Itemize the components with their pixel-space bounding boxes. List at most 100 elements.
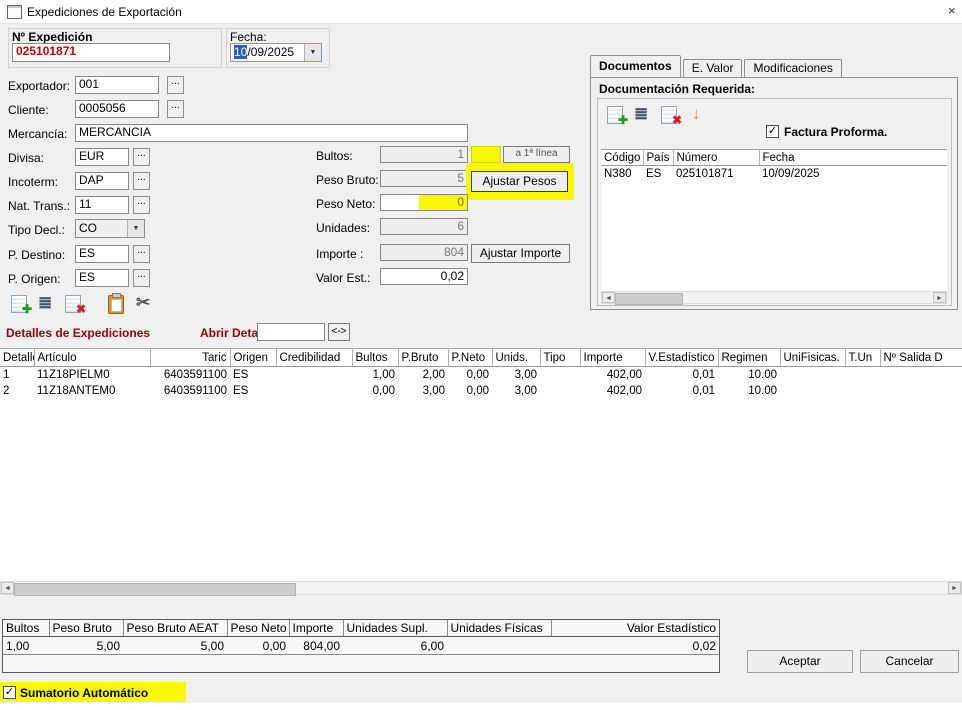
cliente-field[interactable]: 0005056 [75, 100, 159, 118]
peso-bruto-field: 5 [380, 170, 468, 187]
tab-documentos[interactable]: Documentos [590, 55, 681, 77]
close-icon[interactable]: × [948, 3, 962, 19]
det-col-taric: Taric [150, 349, 230, 367]
detalles-hscrollbar[interactable]: ◄ ► [0, 581, 962, 595]
sum-val-valor-estadistico: 0,02 [551, 637, 719, 655]
doc-scroll-thumb[interactable] [615, 293, 683, 305]
p-origen-field[interactable]: ES [75, 269, 129, 287]
swap-detalle-button[interactable]: <-> [328, 323, 350, 341]
p-origen-label: P. Origen: [8, 272, 60, 286]
incoterm-browse-button[interactable]: ... [133, 172, 150, 190]
detalle-add-icon[interactable]: ✚ [8, 292, 32, 316]
bultos-highlight-field[interactable] [471, 146, 501, 163]
doc-delete-icon[interactable]: ✖ [658, 103, 682, 127]
ajustar-pesos-button[interactable]: Ajustar Pesos [471, 171, 568, 192]
fecha-selected-part: 10 [234, 45, 247, 59]
p-destino-label: P. Destino: [8, 248, 65, 262]
det-scroll-left-icon[interactable]: ◄ [1, 582, 14, 594]
summary-table: Bultos Peso Bruto Peso Bruto AEAT Peso N… [3, 620, 719, 655]
table-cell [780, 383, 845, 399]
nat-trans-browse-button[interactable]: ... [133, 196, 150, 214]
doc-scroll-left-icon[interactable]: ◄ [602, 292, 615, 303]
unidades-label: Unidades: [316, 221, 370, 235]
table-cell: 0,01 [645, 383, 718, 399]
table-row[interactable]: N380ES02510187110/09/2025 [601, 166, 947, 182]
tab-e-valor[interactable]: E. Valor [683, 59, 743, 77]
cliente-browse-button[interactable]: ... [167, 100, 184, 118]
p-destino-browse-button[interactable]: ... [133, 245, 150, 263]
expedicion-number-field[interactable]: 025101871 [12, 43, 170, 62]
docs-tab-strip: Documentos E. Valor Modificaciones [590, 56, 844, 77]
app-icon [7, 5, 22, 19]
factura-proforma-checkbox[interactable]: ✓ [766, 125, 779, 138]
table-cell: 402,00 [580, 383, 645, 399]
det-col-tun: T.Un [845, 349, 880, 367]
tipo-decl-combobox[interactable]: CO ▼ [75, 219, 145, 238]
det-col-pneto: P.Neto [448, 349, 492, 367]
valor-est-field[interactable]: 0,02 [380, 268, 468, 285]
exportador-browse-button[interactable]: ... [167, 76, 184, 94]
table-cell: 11Z18ANTEM0 [34, 383, 150, 399]
cut-icon[interactable]: ✂ [134, 292, 158, 316]
table-row[interactable]: 211Z18ANTEM06403591100ES0,003,000,003,00… [0, 383, 962, 399]
documentos-panel: Documentación Requerida: ✚ ≣ ✖ ↓ ✓ Factu… [590, 77, 958, 310]
cancelar-button[interactable]: Cancelar [860, 650, 959, 673]
det-col-vestadistico: V.Estadístico [645, 349, 718, 367]
divisa-browse-button[interactable]: ... [133, 148, 150, 166]
peso-bruto-label: Peso Bruto: [316, 173, 379, 187]
det-scroll-thumb[interactable] [14, 583, 296, 596]
bultos-field: 1 [380, 146, 468, 163]
incoterm-field[interactable]: DAP [75, 172, 129, 190]
tab-modificaciones[interactable]: Modificaciones [744, 59, 841, 77]
documentos-hscrollbar[interactable]: ◄ ► [601, 291, 947, 304]
peso-neto-label: Peso Neto: [316, 197, 375, 211]
unidades-field: 6 [380, 218, 468, 235]
table-cell [880, 383, 962, 399]
doc-scroll-right-icon[interactable]: ► [933, 292, 946, 303]
detalles-header-row: Detalle Artículo Taric Origen Credibilid… [0, 349, 962, 367]
doc-add-icon[interactable]: ✚ [604, 103, 628, 127]
detalle-details-icon[interactable]: ≣ [36, 292, 60, 316]
fecha-dropdown-icon[interactable]: ▼ [304, 44, 321, 61]
nat-trans-label: Nat. Trans.: [8, 199, 70, 213]
detalle-delete-icon[interactable]: ✖ [62, 292, 86, 316]
table-cell: 10.00 [718, 367, 780, 384]
doc-col-pais: País [643, 150, 673, 166]
table-cell: 2 [0, 383, 34, 399]
tipo-decl-dropdown-icon[interactable]: ▼ [127, 220, 144, 237]
sum-col-peso-bruto-aeat: Peso Bruto AEAT [123, 620, 227, 637]
divisa-field[interactable]: EUR [75, 148, 129, 166]
sum-col-peso-bruto: Peso Bruto [49, 620, 123, 637]
p-origen-browse-button[interactable]: ... [133, 269, 150, 287]
fecha-combobox[interactable]: 10/09/2025 ▼ [230, 43, 322, 62]
sum-val-unidades-fisicas [447, 637, 551, 655]
table-cell [276, 383, 352, 399]
table-row[interactable]: 111Z18PIELM06403591100ES1,002,000,003,00… [0, 367, 962, 384]
table-cell: 10.00 [718, 383, 780, 399]
ajustar-importe-button[interactable]: Ajustar Importe [471, 244, 570, 263]
nat-trans-field[interactable]: 11 [75, 196, 129, 214]
sumatorio-label: Sumatorio Automático [20, 686, 148, 700]
p-destino-field[interactable]: ES [75, 245, 129, 263]
sumatorio-checkbox[interactable]: ✓ [3, 686, 16, 699]
doc-download-icon[interactable]: ↓ [686, 103, 710, 127]
peso-neto-field: 0 [380, 194, 468, 211]
mercancia-field[interactable]: MERCANCIA [75, 124, 468, 142]
importe-label: Importe : [316, 247, 363, 261]
aceptar-button[interactable]: Aceptar [747, 650, 853, 673]
table-cell: 0,00 [448, 367, 492, 384]
table-cell: 6403591100 [150, 383, 230, 399]
det-col-credibilidad: Credibilidad [276, 349, 352, 367]
doc-details-icon[interactable]: ≣ [632, 103, 656, 127]
paste-icon[interactable] [104, 292, 128, 316]
det-col-importe: Importe [580, 349, 645, 367]
table-cell: 3,00 [492, 383, 540, 399]
abrir-detalle-field[interactable] [257, 323, 325, 341]
table-cell: 025101871 [673, 166, 759, 182]
summary-table-area: Bultos Peso Bruto Peso Bruto AEAT Peso N… [2, 619, 720, 673]
exportador-field[interactable]: 001 [75, 76, 159, 94]
documentacion-group: ✚ ≣ ✖ ↓ ✓ Factura Proforma. [597, 98, 952, 306]
a-primera-linea-button[interactable]: a 1ª línea [503, 146, 570, 163]
fecha-group: Fecha: 10/09/2025 ▼ [226, 28, 330, 68]
det-scroll-right-icon[interactable]: ► [948, 582, 961, 594]
